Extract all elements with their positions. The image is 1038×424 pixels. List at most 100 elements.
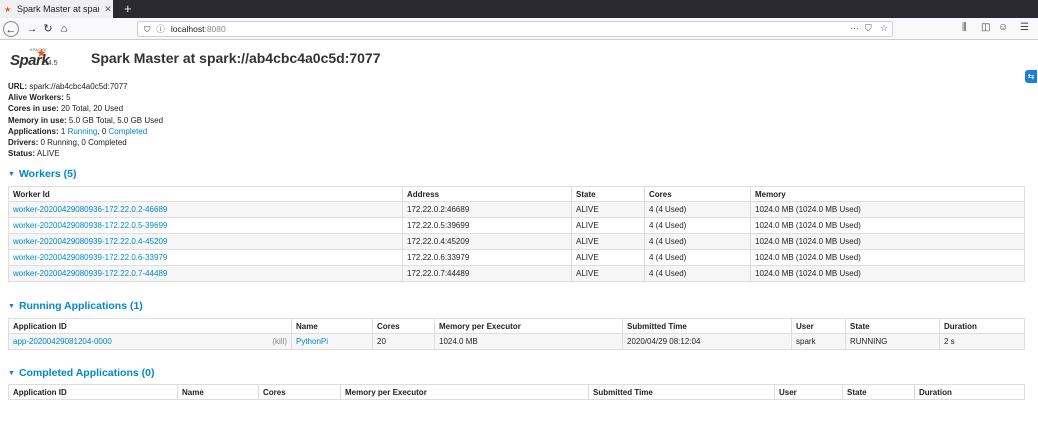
table-row: worker-20200429080938-172.22.0.5-39699 1… [8,217,1025,234]
col-memory-per-executor[interactable]: Memory per Executor [434,318,623,334]
col-user[interactable]: User [774,384,843,400]
app-state: RUNNING [845,333,940,350]
running-apps-heading: Running Applications (1) [18,300,143,312]
col-submitted-time[interactable]: Submitted Time [622,318,792,334]
worker-link[interactable]: worker-20200429080939-172.22.0.7-44489 [13,269,167,278]
col-cores[interactable]: Cores [372,318,435,334]
kill-app-link[interactable]: (kill) [272,337,287,346]
home-icon[interactable]: ⌂ [56,21,72,37]
reload-icon[interactable]: ↻ [40,21,56,37]
menu-icon[interactable]: ☰ [1020,22,1029,33]
info-icon[interactable]: ⓘ [156,23,165,35]
app-memory: 1024.0 MB [434,333,623,350]
collapse-arrow-icon: ▼ [8,302,15,310]
browser-nav-bar: ← → ↻ ⌂ ⛉ ⓘ localhost:8080 ··· ⛉ ☆ ⫼ ◫ ☺… [0,18,1038,40]
new-tab-icon[interactable]: + [124,1,132,17]
col-name[interactable]: Name [177,384,259,400]
forward-icon[interactable]: → [24,21,40,37]
col-memory-per-executor[interactable]: Memory per Executor [340,384,589,400]
col-state[interactable]: State [842,384,915,400]
col-cores[interactable]: Cores [644,186,751,202]
col-duration[interactable]: Duration [914,384,1025,400]
col-duration[interactable]: Duration [939,318,1025,334]
col-address[interactable]: Address [402,186,572,202]
worker-cores: 4 (4 Used) [644,201,751,218]
app-user: spark [791,333,846,350]
completed-apps-link[interactable]: Completed [109,127,148,136]
collapse-arrow-icon: ▼ [8,369,15,377]
worker-state: ALIVE [571,265,645,282]
col-application-id[interactable]: Application ID [8,384,178,400]
extension-side-icon[interactable]: ⇆ [1025,70,1037,83]
app-submitted-time: 2020/04/29 08:12:04 [622,333,792,350]
sidebar-icon[interactable]: ◫ [981,22,990,33]
app-cores: 20 [372,333,435,350]
workers-heading: Workers (5) [18,168,77,180]
table-row: worker-20200429080939-172.22.0.6-33979 1… [8,249,1025,266]
spark-favicon-icon: ★ [4,4,12,14]
col-cores[interactable]: Cores [258,384,341,400]
shield-icon[interactable]: ⛉ [144,24,150,35]
url-host: localhost [170,24,205,34]
worker-link[interactable]: worker-20200429080938-172.22.0.5-39699 [13,221,167,230]
collapse-arrow-icon: ▼ [8,170,15,178]
workers-table: Worker Id Address State Cores Memory wor… [8,186,1025,282]
col-user[interactable]: User [791,318,846,334]
worker-address: 172.22.0.6:33979 [402,249,572,266]
worker-state: ALIVE [571,217,645,234]
worker-link[interactable]: worker-20200429080939-172.22.0.4-45209 [13,237,167,246]
app-duration: 2 s [939,333,1025,350]
worker-address: 172.22.0.5:39699 [402,217,572,234]
spark-logo[interactable]: APACHE Spark ★ 2.4.5 [8,46,78,74]
summary-alive-workers: Alive Workers: 5 [8,93,71,103]
col-application-id[interactable]: Application ID [8,318,292,334]
summary-status: Status: ALIVE [8,149,60,159]
worker-state: ALIVE [571,201,645,218]
table-row: worker-20200429080936-172.22.0.2-46689 1… [8,201,1025,218]
table-row: app-20200429081204-0000 (kill) PythonPi 2… [8,333,1025,350]
col-memory[interactable]: Memory [750,186,1025,202]
summary-cores: Cores in use: 20 Total, 20 Used [8,104,124,114]
col-state[interactable]: State [845,318,940,334]
library-icon[interactable]: ⫼ [962,22,967,33]
spark-version: 2.4.5 [42,60,58,67]
browser-tab[interactable]: ★ Spark Master at spark:// ✕ [0,0,113,18]
browser-tab-bar: ★ Spark Master at spark:// ✕ + [0,0,1038,18]
worker-memory: 1024.0 MB (1024.0 MB Used) [750,233,1025,250]
completed-apps-heading: Completed Applications (0) [18,367,155,379]
running-apps-link[interactable]: Running [68,127,98,136]
app-id-link[interactable]: app-20200429081204-0000 [13,337,112,346]
running-apps-table: Application ID Name Cores Memory per Exe… [8,318,1025,350]
worker-state: ALIVE [571,233,645,250]
workers-section-toggle[interactable]: ▼ Workers (5) [8,168,77,180]
spark-star-icon: ★ [36,46,47,60]
running-apps-section-toggle[interactable]: ▼ Running Applications (1) [8,300,143,312]
account-icon[interactable]: ☺ [998,22,1008,33]
worker-address: 172.22.0.2:46689 [402,201,572,218]
close-tab-icon[interactable]: ✕ [103,4,113,15]
pocket-icon[interactable]: ⛉ [865,23,872,34]
bookmark-star-icon[interactable]: ☆ [880,23,888,34]
summary-drivers: Drivers: 0 Running, 0 Completed [8,138,127,148]
address-bar[interactable]: ⛉ ⓘ localhost:8080 ··· ⛉ ☆ [137,21,893,37]
app-name-link[interactable]: PythonPi [296,337,328,346]
page-title: Spark Master at spark://ab4cbc4a0c5d:707… [91,50,381,66]
col-state[interactable]: State [571,186,645,202]
col-worker-id[interactable]: Worker Id [8,186,403,202]
col-submitted-time[interactable]: Submitted Time [588,384,775,400]
cluster-summary: URL: spark://ab4cbc4a0c5d:7077 Alive Wor… [8,81,163,159]
summary-url: URL: spark://ab4cbc4a0c5d:7077 [8,82,128,91]
worker-cores: 4 (4 Used) [644,233,751,250]
back-icon[interactable]: ← [3,21,19,37]
url-port: :8080 [204,24,226,34]
col-name[interactable]: Name [291,318,373,334]
table-row: worker-20200429080939-172.22.0.7-44489 1… [8,265,1025,282]
tab-title: Spark Master at spark:// [17,4,99,14]
completed-apps-section-toggle[interactable]: ▼ Completed Applications (0) [8,367,154,379]
worker-cores: 4 (4 Used) [644,217,751,234]
worker-link[interactable]: worker-20200429080936-172.22.0.2-46689 [13,205,167,214]
worker-address: 172.22.0.7:44489 [402,265,572,282]
worker-memory: 1024.0 MB (1024.0 MB Used) [750,201,1025,218]
worker-link[interactable]: worker-20200429080939-172.22.0.6-33979 [13,253,167,262]
page-actions-icon[interactable]: ··· [850,23,859,33]
